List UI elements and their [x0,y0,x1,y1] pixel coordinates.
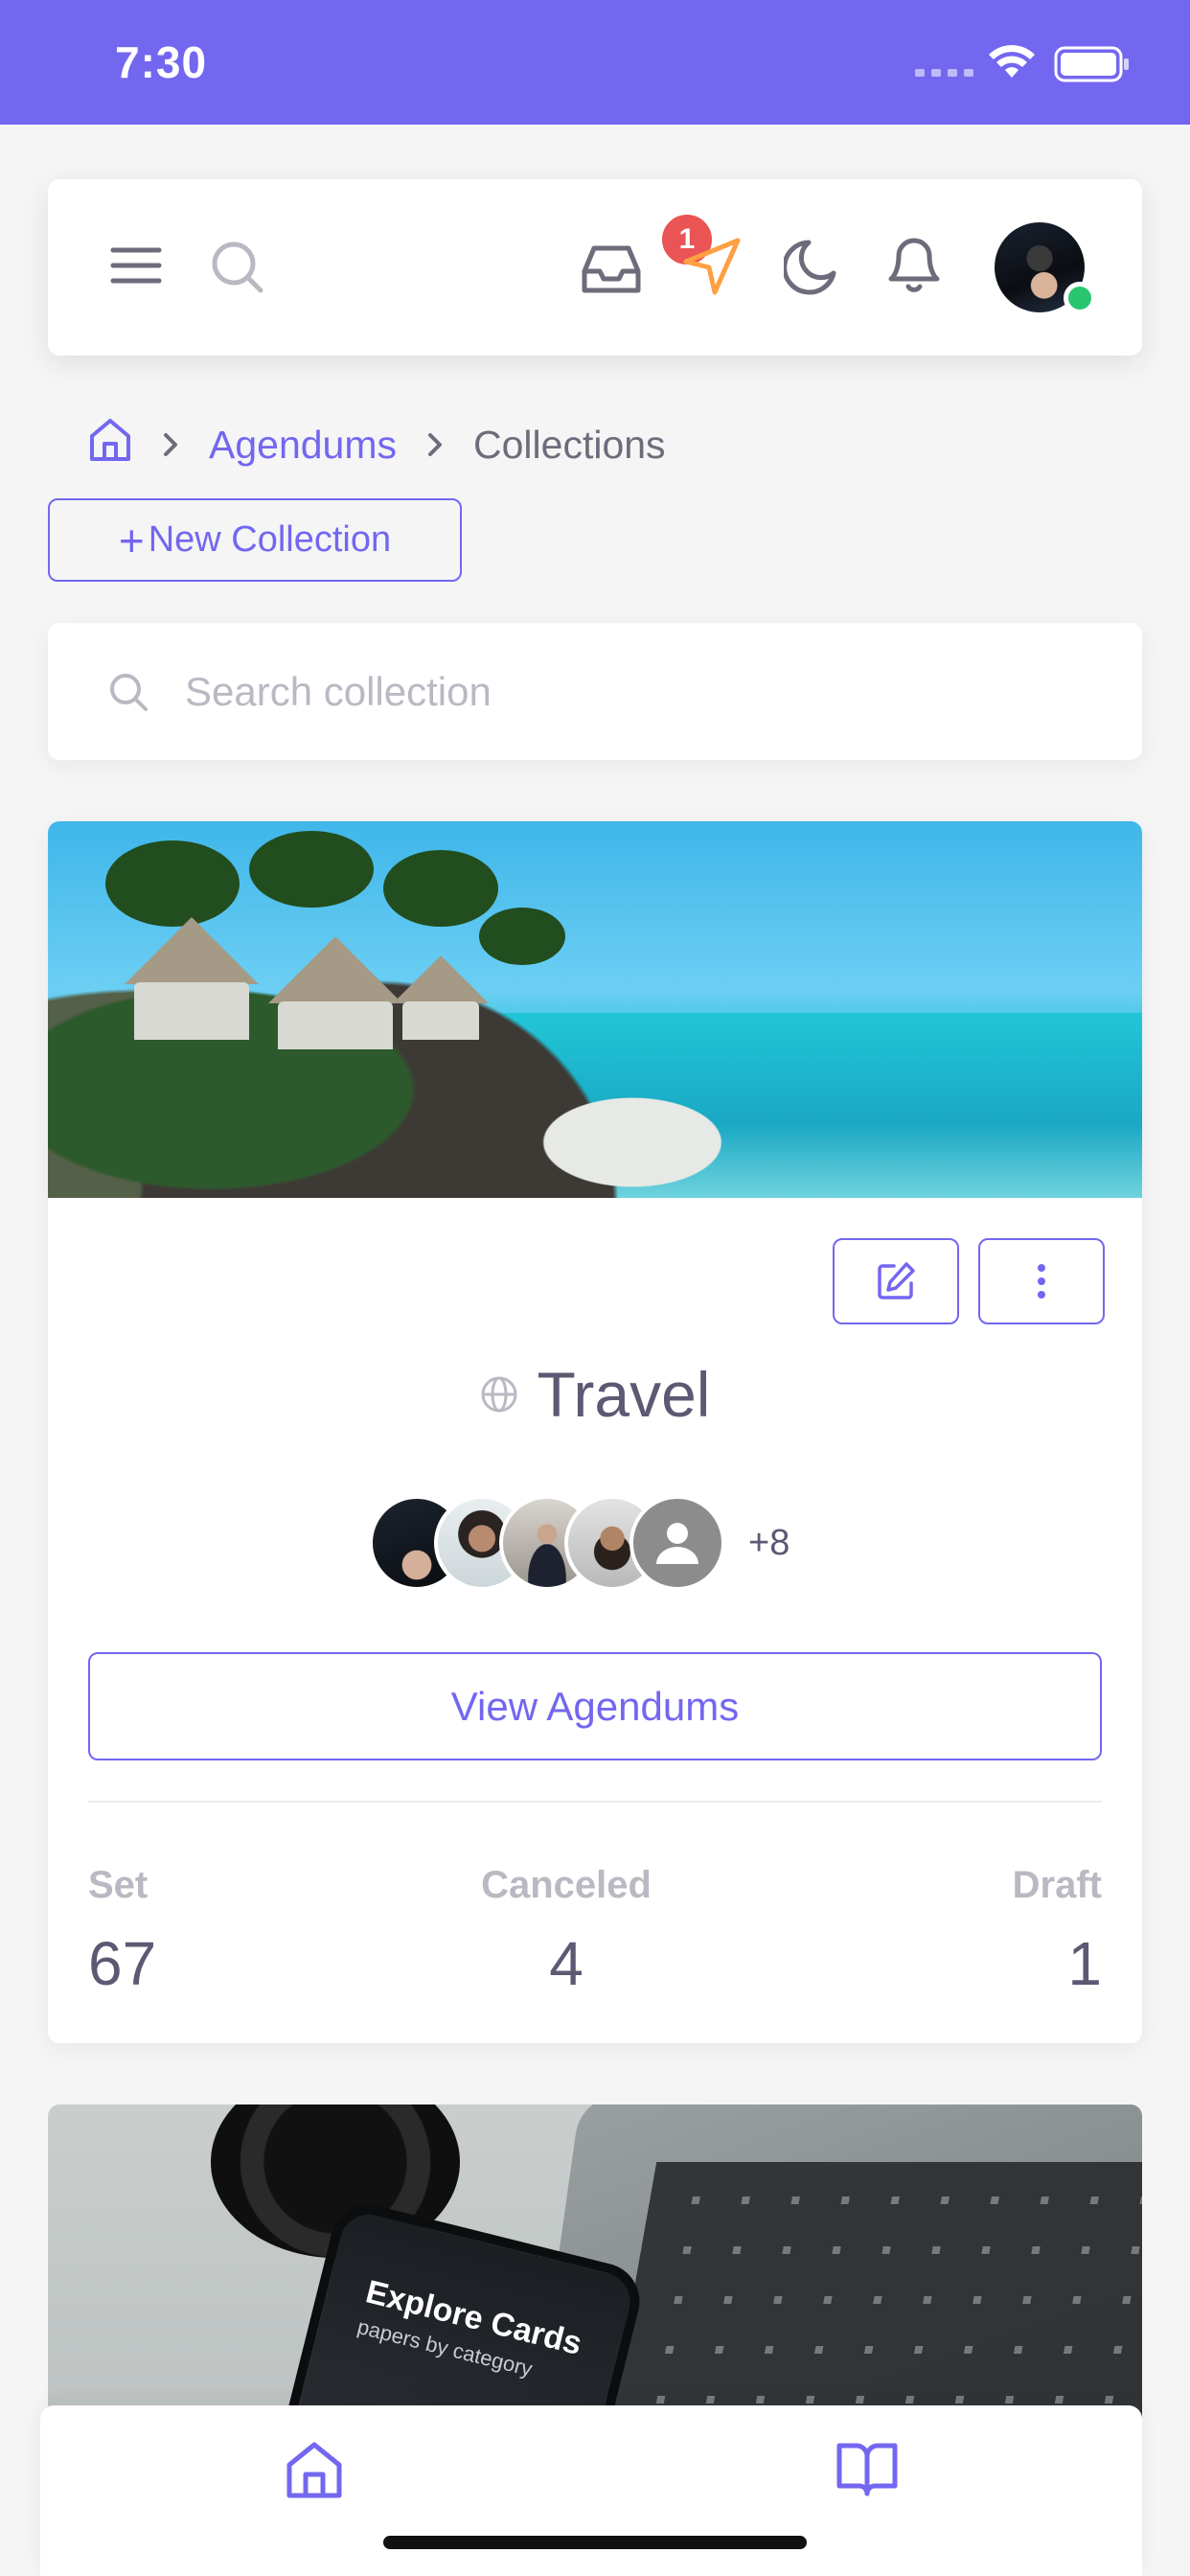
view-agendums-button[interactable]: View Agendums [88,1652,1102,1760]
online-status-dot [1064,282,1096,314]
home-indicator [383,2536,807,2549]
status-bar: 7:30 [0,0,1190,125]
user-icon [656,1523,698,1564]
stat-label: Draft [1012,1864,1102,1906]
collection-cover-image [48,821,1142,1198]
breadcrumb: Agendums Collections [88,418,666,472]
breadcrumb-agendums[interactable]: Agendums [209,423,397,468]
search-icon [110,674,148,711]
stat-canceled: Canceled 4 [48,1864,1113,1999]
search-icon[interactable] [209,239,266,296]
top-navbar: 1 [48,179,1142,356]
member-avatars: +8 [369,1495,790,1591]
status-time: 7:30 [115,37,208,87]
more-members-count: +8 [748,1522,790,1563]
battery-icon [1054,46,1129,82]
stat-value: 4 [549,1929,584,1998]
signal-icon [915,69,973,77]
wifi-icon [989,45,1035,78]
send-icon[interactable] [682,237,742,296]
new-collection-label: New Collection [148,519,392,560]
search-collection-input[interactable] [185,656,1105,728]
edit-icon [878,1262,915,1300]
inbox-icon[interactable] [581,242,642,296]
home-icon[interactable] [88,417,132,472]
plus-icon: + [118,515,145,565]
breadcrumb-collections: Collections [473,422,666,467]
new-collection-button[interactable]: + New Collection [48,498,462,582]
search-collection-box [48,623,1142,760]
bottom-nav [40,2405,1142,2576]
home-icon[interactable] [285,2440,344,2506]
collection-title-row: Travel [48,1358,1142,1431]
more-vertical-icon [1038,1264,1045,1299]
moon-icon[interactable] [784,237,841,296]
divider [88,1801,1102,1803]
book-icon[interactable] [835,2440,899,2504]
stat-label: Canceled [481,1864,652,1906]
collection-card: Travel +8 View Agendums Set 67 Canceled … [48,821,1142,2043]
avatar[interactable] [629,1495,725,1591]
edit-button[interactable] [833,1238,959,1324]
stat-draft: Draft 1 [1013,1864,1102,1999]
bell-icon[interactable] [885,235,943,296]
globe-icon [481,1376,517,1413]
stat-value: 1 [1067,1929,1102,1998]
menu-icon[interactable] [109,242,163,288]
collection-title: Travel [537,1359,711,1430]
more-options-button[interactable] [978,1238,1105,1324]
chevron-right-icon [161,431,180,458]
chevron-right-icon [425,431,445,458]
